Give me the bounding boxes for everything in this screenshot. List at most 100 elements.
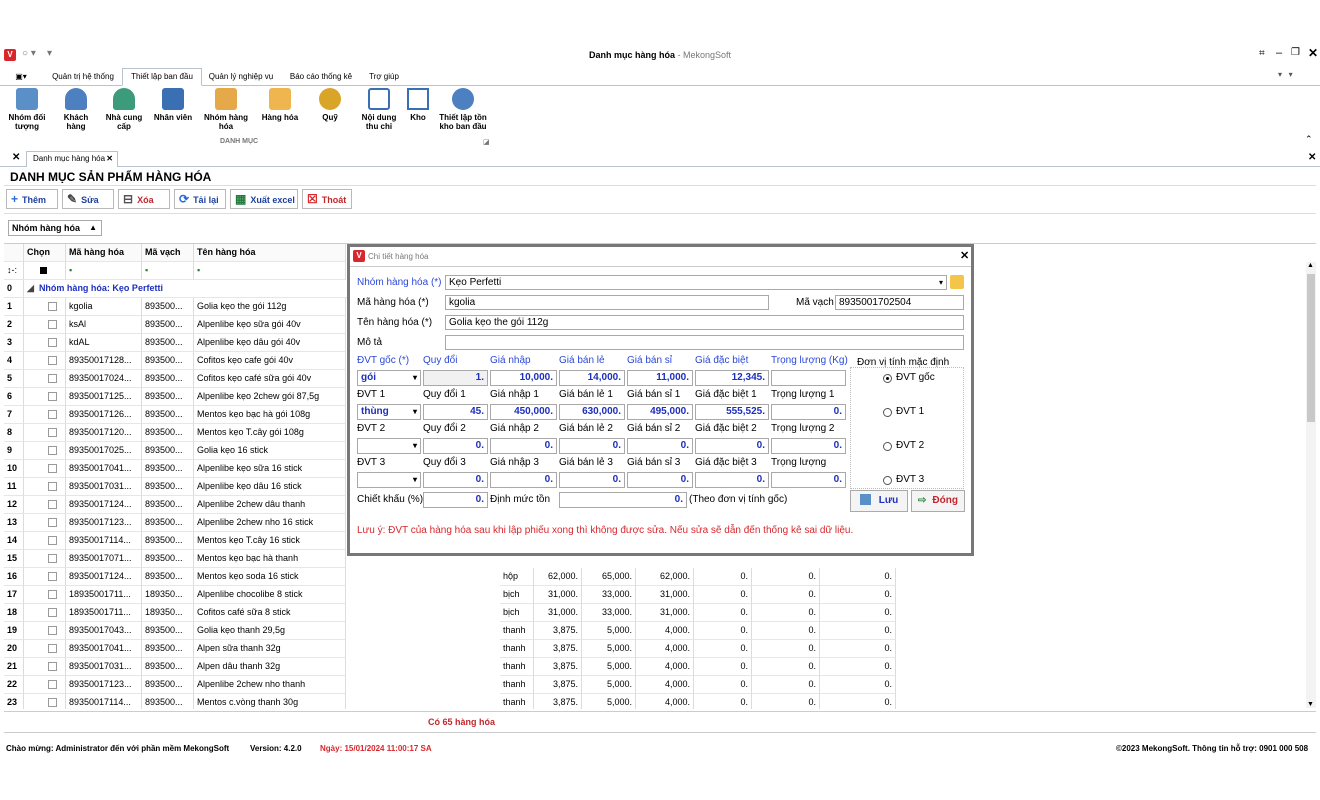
buy1-input[interactable]: 450,000.: [490, 404, 557, 420]
row-select-cell[interactable]: [24, 352, 66, 370]
tab-quan-ly-nghiep-vu[interactable]: Quản lý nghiệp vụ: [202, 68, 280, 86]
cell-product-code[interactable]: kdAL: [66, 334, 142, 352]
cell-barcode[interactable]: 893500...: [142, 694, 194, 709]
exit-button[interactable]: ☒ Thoát: [302, 189, 352, 209]
cell-barcode[interactable]: 893500...: [142, 496, 194, 514]
cell-product-code[interactable]: 89350017025...: [66, 442, 142, 460]
cell-extra[interactable]: 0.: [820, 658, 896, 676]
cell-product-name[interactable]: Mentos kẹo soda 16 stick: [194, 568, 346, 586]
ribbon-nha-cung-cap-button[interactable]: Nhà cung cấp: [102, 88, 146, 131]
buy3-input[interactable]: 0.: [490, 472, 557, 488]
row-select-cell[interactable]: [24, 478, 66, 496]
cell-extra[interactable]: hộp: [500, 568, 534, 586]
cell-extra[interactable]: 0.: [694, 694, 752, 709]
cell-product-name[interactable]: Cofitos kẹo cafe gói 40v: [194, 352, 346, 370]
cell-product-name[interactable]: Alpenlibe kẹo sữa gói 40v: [194, 316, 346, 334]
table-row[interactable]: 23 89350017114... 893500... Mentos c.vòng t…: [4, 694, 1304, 709]
row-checkbox[interactable]: [48, 356, 57, 365]
row-checkbox[interactable]: [48, 518, 57, 527]
dialog-close-icon[interactable]: ✕: [960, 249, 969, 262]
cell-extra[interactable]: 0.: [820, 622, 896, 640]
cell-extra[interactable]: 0.: [694, 676, 752, 694]
table-row[interactable]: 19 89350017043... 893500... Golia kẹo thanh…: [4, 622, 1304, 640]
ribbon-thiet-lap-ton-kho-button[interactable]: Thiết lập tồn kho ban đầu: [436, 88, 490, 131]
cell-extra[interactable]: 3,875.: [534, 676, 582, 694]
unit3-select[interactable]: ▾: [357, 472, 421, 488]
row-select-cell[interactable]: [24, 406, 66, 424]
row-select-cell[interactable]: [24, 442, 66, 460]
cell-extra[interactable]: 65,000.: [582, 568, 636, 586]
retail2-input[interactable]: 0.: [559, 438, 625, 454]
filter-code-icon[interactable]: ▪: [66, 262, 142, 280]
row-checkbox[interactable]: [48, 680, 57, 689]
cell-extra[interactable]: 31,000.: [534, 604, 582, 622]
cell-extra[interactable]: 0.: [752, 622, 820, 640]
cell-extra[interactable]: 4,000.: [636, 676, 694, 694]
cell-product-code[interactable]: 89350017124...: [66, 496, 142, 514]
cell-barcode[interactable]: 893500...: [142, 550, 194, 568]
filter-barcode-icon[interactable]: ▪: [142, 262, 194, 280]
row-select-cell[interactable]: [24, 550, 66, 568]
cell-extra[interactable]: bịch: [500, 586, 534, 604]
scrollbar-thumb[interactable]: [1307, 274, 1315, 422]
cell-extra[interactable]: 31,000.: [636, 604, 694, 622]
table-row[interactable]: 20 89350017041... 893500... Alpen sữa thanh…: [4, 640, 1304, 658]
cell-product-name[interactable]: Mentos kẹo bạc hà gói 108g: [194, 406, 346, 424]
cell-extra[interactable]: 5,000.: [582, 694, 636, 709]
wholesale3-input[interactable]: 0.: [627, 472, 693, 488]
retail1-input[interactable]: 630,000.: [559, 404, 625, 420]
table-row[interactable]: 17 18935001711... 189350... Alpenlibe choco…: [4, 586, 1304, 604]
cell-product-code[interactable]: 89350017128...: [66, 352, 142, 370]
row-select-cell[interactable]: [24, 604, 66, 622]
cell-product-name[interactable]: Mentos kẹo T.cây 16 stick: [194, 532, 346, 550]
cell-product-code[interactable]: 18935001711...: [66, 586, 142, 604]
cell-product-code[interactable]: 89350017124...: [66, 568, 142, 586]
cell-extra[interactable]: 5,000.: [582, 676, 636, 694]
cell-barcode[interactable]: 893500...: [142, 514, 194, 532]
cell-product-name[interactable]: Alpen dâu thanh 32g: [194, 658, 346, 676]
delete-button[interactable]: ⊟ Xóa: [118, 189, 170, 209]
min-stock-input[interactable]: 0.: [559, 492, 687, 508]
row-checkbox[interactable]: [48, 698, 57, 707]
tab-quan-tri-he-thong[interactable]: Quản trị hệ thống: [44, 68, 122, 86]
row-select-cell[interactable]: [24, 514, 66, 532]
cell-product-code[interactable]: 89350017031...: [66, 478, 142, 496]
ribbon-nhom-hang-hoa-button[interactable]: Nhóm hàng hóa: [202, 88, 250, 131]
cell-barcode[interactable]: 893500...: [142, 370, 194, 388]
unit2-select[interactable]: ▾: [357, 438, 421, 454]
row-checkbox[interactable]: [48, 392, 57, 401]
add-group-icon[interactable]: [950, 275, 964, 289]
weight2-input[interactable]: 0.: [771, 438, 846, 454]
scroll-up-icon[interactable]: ▲: [1307, 262, 1314, 269]
cell-product-name[interactable]: Golia kẹo 16 stick: [194, 442, 346, 460]
row-checkbox[interactable]: [48, 500, 57, 509]
reload-button[interactable]: ⟳ Tải lại: [174, 189, 226, 209]
cell-extra[interactable]: 5,000.: [582, 640, 636, 658]
cell-extra[interactable]: thanh: [500, 640, 534, 658]
cell-product-code[interactable]: 89350017024...: [66, 370, 142, 388]
cell-extra[interactable]: 0.: [694, 622, 752, 640]
cell-product-name[interactable]: Alpen sữa thanh 32g: [194, 640, 346, 658]
cell-product-name[interactable]: Golia kẹo the gói 112g: [194, 298, 346, 316]
close-icon[interactable]: ✕: [1308, 46, 1318, 60]
cell-extra[interactable]: 0.: [694, 604, 752, 622]
tab-danh-muc-hang-hoa[interactable]: Danh mục hàng hóa ✕: [26, 151, 118, 167]
row-select-cell[interactable]: [24, 298, 66, 316]
table-row[interactable]: 18 18935001711... 189350... Cofitos café sữ…: [4, 604, 1304, 622]
cell-extra[interactable]: 5,000.: [582, 658, 636, 676]
cell-barcode[interactable]: 893500...: [142, 676, 194, 694]
cell-extra[interactable]: 0.: [752, 586, 820, 604]
cell-product-name[interactable]: Cofitos café sữa 8 stick: [194, 604, 346, 622]
column-header-ten-hang-hoa[interactable]: Tên hàng hóa: [194, 244, 346, 262]
row-checkbox[interactable]: [48, 374, 57, 383]
close-tab-icon[interactable]: ✕: [106, 152, 113, 166]
cell-barcode[interactable]: 893500...: [142, 478, 194, 496]
row-checkbox[interactable]: [48, 320, 57, 329]
ratio3-input[interactable]: 0.: [423, 472, 488, 488]
cell-product-code[interactable]: 89350017041...: [66, 460, 142, 478]
cell-product-code[interactable]: 89350017123...: [66, 514, 142, 532]
row-select-cell[interactable]: [24, 586, 66, 604]
cell-barcode[interactable]: 189350...: [142, 586, 194, 604]
vertical-scrollbar[interactable]: ▲ ▼: [1306, 262, 1316, 708]
ribbon-khach-hang-button[interactable]: Khách hàng: [56, 88, 96, 131]
